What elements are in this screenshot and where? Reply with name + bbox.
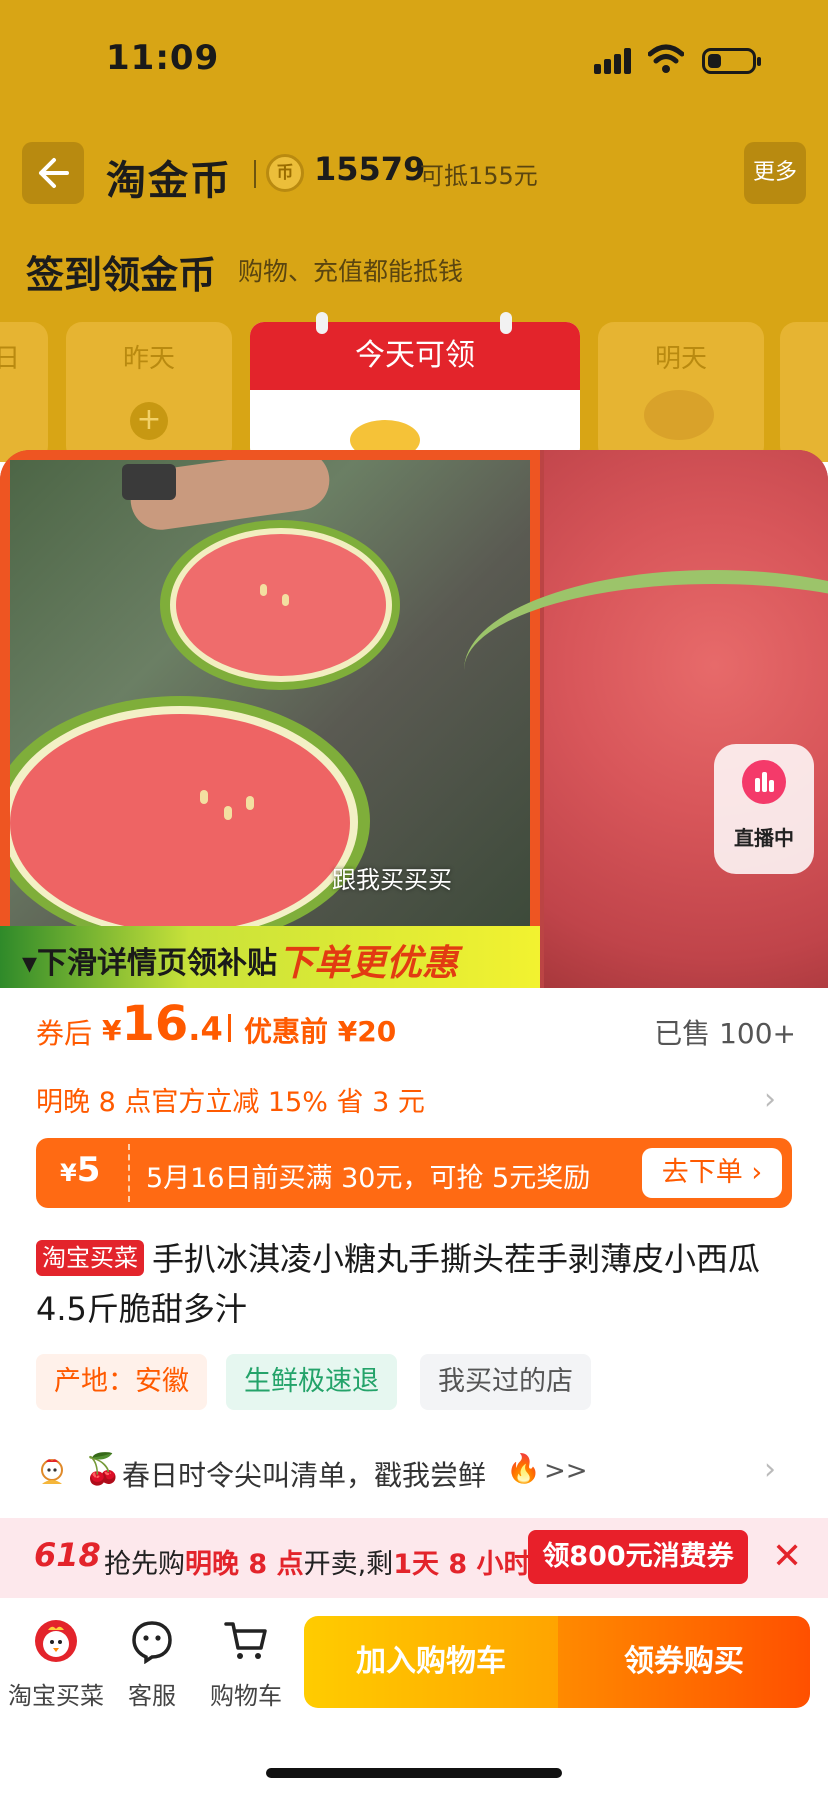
buy-with-coupon-button[interactable]: 领券购买 — [558, 1616, 810, 1708]
product-video-frame[interactable]: 跟我买买买 ▾下滑详情页领补贴 下单更优惠 — [0, 450, 540, 988]
double-arrow-icon: >> — [544, 1456, 588, 1486]
flame-icon: 🔥 — [506, 1452, 541, 1485]
store-home-button[interactable]: 淘宝买菜 — [8, 1618, 104, 1711]
product-image-watermelon: 跟我买买买 — [10, 460, 530, 930]
more-button[interactable]: 更多 — [744, 142, 806, 204]
spring-list-link[interactable]: 🍒 春日时令尖叫清单，戳我尝鲜 🔥 >> › — [36, 1448, 796, 1498]
tag-fresh-refund[interactable]: 生鲜极速退 — [226, 1354, 397, 1410]
cart-nav-label: 购物车 — [210, 1682, 282, 1710]
coupon-amount: ¥5 — [60, 1150, 101, 1190]
tag-purchased-store[interactable]: 我买过的店 — [420, 1354, 591, 1410]
live-icon — [742, 760, 786, 804]
wifi-icon — [648, 44, 684, 73]
signal-icon — [594, 48, 634, 74]
sold-count: 已售 100+ — [654, 1017, 796, 1050]
today-label: 今天可领 — [250, 322, 580, 390]
day-label: 明天 — [654, 344, 707, 374]
status-bar: 11:09 — [0, 0, 828, 120]
coin-header-area: 11:09 淘金币 币 15579 可抵155元 更多 签到领金币 购物、充值都… — [0, 0, 828, 462]
back-button[interactable] — [22, 142, 84, 204]
add-to-cart-button[interactable]: 加入购物车 — [304, 1616, 558, 1708]
product-title-text: 手扒冰淇凌小糖丸手撕头茬手剥薄皮小西瓜4.5斤脆甜多汁 — [36, 1240, 761, 1328]
store-tag: 淘宝买菜 — [36, 1240, 144, 1276]
price-divider — [228, 1014, 231, 1042]
coupon-banner[interactable]: ¥5 5月16日前买满 30元，可抢 5元奖励 去下单 › — [36, 1138, 792, 1208]
product-image-carousel[interactable]: 跟我买买买 ▾下滑详情页领补贴 下单更优惠 直播中 — [0, 450, 828, 988]
product-title: 淘宝买菜 手扒冰淇凌小糖丸手撕头茬手剥薄皮小西瓜4.5斤脆甜多汁 — [36, 1234, 796, 1334]
customer-service-button[interactable]: 客服 — [104, 1618, 200, 1711]
checkin-title: 签到领金币 — [26, 253, 217, 297]
live-stream-button[interactable]: 直播中 — [714, 744, 814, 874]
price-row: 券后 ¥16.4 优惠前 ¥20 已售 100+ — [36, 996, 796, 1056]
product-image-second[interactable] — [464, 450, 828, 988]
live-label: 直播中 — [734, 826, 794, 850]
home-indicator[interactable] — [266, 1768, 562, 1778]
promo-618-bar[interactable]: 618 抢先购明晚 8 点开卖,剩1天 8 小时 领800元消费券 ✕ — [0, 1518, 828, 1598]
gold-coin-icon — [644, 390, 714, 440]
coin-deduct-value: 可抵155元 — [420, 162, 538, 190]
bottom-action-bar: 淘宝买菜 客服 购物车 加入购物车 领券购买 — [0, 1598, 828, 1796]
original-price: 优惠前 ¥20 — [244, 1015, 397, 1048]
discount-notice[interactable]: 明晚 8 点官方立减 15% 省 3 元 — [36, 1080, 425, 1119]
chevron-right-icon: › — [764, 1452, 776, 1487]
chicken-avatar-icon — [41, 1459, 63, 1484]
calendar-ring-icon — [316, 312, 328, 334]
back-arrow-icon — [39, 158, 69, 188]
checkin-subtitle: 购物、充值都能抵钱 — [238, 257, 464, 286]
promo-banner[interactable]: ▾下滑详情页领补贴 下单更优惠 — [0, 926, 540, 988]
promo-618-text: 抢先购明晚 8 点开卖,剩1天 8 小时 — [104, 1549, 531, 1580]
coupon-divider — [128, 1144, 130, 1202]
title-divider — [254, 160, 256, 188]
cart-nav-button[interactable]: 购物车 — [198, 1618, 294, 1711]
video-caption: 跟我买买买 — [332, 866, 452, 894]
checkin-day-card[interactable]: 日 — [0, 322, 48, 462]
spring-list-text: 春日时令尖叫清单，戳我尝鲜 — [122, 1459, 487, 1492]
customer-service-label: 客服 — [128, 1682, 176, 1710]
coupon-text: 5月16日前买满 30元，可抢 5元奖励 — [146, 1163, 591, 1194]
after-coupon-price: ¥16.4 — [102, 996, 223, 1052]
promo-right-text: 下单更优惠 — [278, 943, 459, 984]
chicken-logo-icon — [35, 1620, 77, 1662]
page-title: 淘金币 — [106, 158, 232, 204]
checkin-day-yesterday[interactable]: 昨天 + — [66, 322, 232, 462]
cart-icon — [224, 1622, 267, 1659]
place-order-button[interactable]: 去下单 › — [642, 1148, 782, 1198]
status-time: 11:09 — [106, 38, 220, 78]
coin-icon: 币 — [266, 154, 304, 192]
coin-count: 15579 — [314, 150, 426, 188]
store-home-label: 淘宝买菜 — [8, 1682, 104, 1710]
cherry-icon: 🍒 — [84, 1452, 122, 1487]
plus-icon: + — [130, 402, 168, 440]
claim-voucher-button[interactable]: 领800元消费券 — [528, 1530, 748, 1584]
service-icon — [132, 1621, 172, 1665]
day-label: 昨天 — [122, 344, 175, 374]
promo-left-text: ▾下滑详情页领补贴 — [22, 946, 278, 981]
tag-origin: 产地：安徽 — [36, 1354, 207, 1410]
close-icon[interactable]: ✕ — [772, 1536, 802, 1577]
calendar-ring-icon — [500, 312, 512, 334]
after-coupon-label: 券后 — [36, 1017, 93, 1050]
chevron-right-icon[interactable]: › — [764, 1082, 776, 1117]
promo-618-badge: 618 — [34, 1536, 101, 1574]
day-label: 日 — [0, 344, 20, 374]
battery-icon — [702, 48, 761, 74]
checkin-day-card[interactable] — [780, 322, 828, 462]
nav-bar: 淘金币 币 15579 可抵155元 更多 — [0, 140, 828, 206]
